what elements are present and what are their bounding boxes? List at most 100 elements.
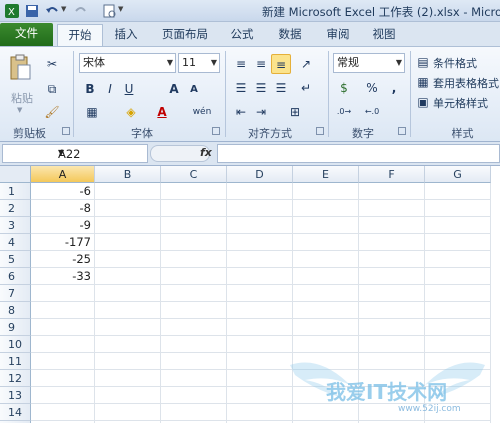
align-bottom-icon[interactable]: ≡	[271, 54, 291, 74]
row-header-5[interactable]: 5	[0, 251, 31, 268]
cell-D11[interactable]	[227, 353, 293, 370]
cell-C2[interactable]	[161, 200, 227, 217]
cell-G3[interactable]	[425, 217, 491, 234]
cell-A5[interactable]: -25	[31, 251, 95, 268]
cell-F3[interactable]	[359, 217, 425, 234]
cell-A11[interactable]	[31, 353, 95, 370]
cell-A1[interactable]: -6	[31, 183, 95, 200]
conditional-format-button[interactable]: 条件格式	[433, 55, 477, 71]
cell-B6[interactable]	[95, 268, 161, 285]
cell-G7[interactable]	[425, 285, 491, 302]
tab-formulas[interactable]: 公式	[222, 24, 262, 46]
alignment-launcher-icon[interactable]	[316, 127, 324, 135]
cell-styles-icon[interactable]: ▣	[413, 92, 433, 112]
cell-B2[interactable]	[95, 200, 161, 217]
cell-C8[interactable]	[161, 302, 227, 319]
cell-A10[interactable]	[31, 336, 95, 353]
cell-F9[interactable]	[359, 319, 425, 336]
cell-B8[interactable]	[95, 302, 161, 319]
table-format-icon[interactable]: ▦	[413, 72, 433, 92]
cell-A9[interactable]	[31, 319, 95, 336]
cell-G8[interactable]	[425, 302, 491, 319]
cell-D6[interactable]	[227, 268, 293, 285]
cell-D9[interactable]	[227, 319, 293, 336]
row-header-1[interactable]: 1	[0, 183, 31, 200]
cell-B7[interactable]	[95, 285, 161, 302]
align-left-icon[interactable]: ☰	[231, 78, 251, 98]
cell-F10[interactable]	[359, 336, 425, 353]
cell-A13[interactable]	[31, 387, 95, 404]
paste-label[interactable]: 粘贴	[11, 90, 33, 106]
percent-button[interactable]: %	[362, 78, 382, 98]
row-header-14[interactable]: 14	[0, 404, 31, 421]
increase-decimal-icon[interactable]: .0→	[334, 102, 354, 122]
cell-E5[interactable]	[293, 251, 359, 268]
cell-A14[interactable]	[31, 404, 95, 421]
column-header-G[interactable]: G	[425, 166, 491, 183]
tab-file[interactable]: 文件	[0, 23, 53, 46]
column-header-D[interactable]: D	[227, 166, 293, 183]
cell-D8[interactable]	[227, 302, 293, 319]
cell-E4[interactable]	[293, 234, 359, 251]
cell-A7[interactable]	[31, 285, 95, 302]
cell-B12[interactable]	[95, 370, 161, 387]
accounting-format-icon[interactable]: $	[334, 78, 354, 98]
cell-D3[interactable]	[227, 217, 293, 234]
name-box[interactable]: A22 ▼	[2, 144, 148, 163]
cell-C5[interactable]	[161, 251, 227, 268]
column-header-A[interactable]: A	[31, 166, 95, 183]
row-header-2[interactable]: 2	[0, 200, 31, 217]
paste-icon[interactable]	[8, 53, 32, 83]
increase-indent-icon[interactable]: ⇥	[251, 102, 271, 122]
number-launcher-icon[interactable]	[398, 127, 406, 135]
cell-E2[interactable]	[293, 200, 359, 217]
tab-home[interactable]: 开始	[57, 24, 103, 46]
cell-E14[interactable]	[293, 404, 359, 421]
cell-E3[interactable]	[293, 217, 359, 234]
row-header-6[interactable]: 6	[0, 268, 31, 285]
row-header-10[interactable]: 10	[0, 336, 31, 353]
paste-dropdown-icon[interactable]: ▼	[17, 106, 22, 114]
merge-center-icon[interactable]: ⊞	[285, 102, 305, 122]
redo-icon[interactable]	[73, 3, 89, 19]
bold-button[interactable]: B	[80, 79, 100, 99]
shrink-font-button[interactable]: A	[184, 80, 204, 100]
cell-A4[interactable]: -177	[31, 234, 95, 251]
format-as-table-button[interactable]: 套用表格格式	[433, 75, 499, 91]
cell-E1[interactable]	[293, 183, 359, 200]
tab-data[interactable]: 数据	[270, 24, 310, 46]
orientation-icon[interactable]: ↗	[296, 54, 316, 74]
cell-E11[interactable]	[293, 353, 359, 370]
underline-button[interactable]: U	[119, 79, 139, 99]
tab-page-layout[interactable]: 页面布局	[155, 24, 215, 46]
cell-A3[interactable]: -9	[31, 217, 95, 234]
cell-C10[interactable]	[161, 336, 227, 353]
cell-G4[interactable]	[425, 234, 491, 251]
cell-D7[interactable]	[227, 285, 293, 302]
copy-icon[interactable]: ⧉	[42, 79, 62, 99]
format-painter-icon[interactable]: 🖌	[42, 102, 62, 122]
undo-dropdown-icon[interactable]: ▼	[61, 5, 66, 13]
cell-D5[interactable]	[227, 251, 293, 268]
formula-input[interactable]	[217, 144, 500, 163]
align-middle-icon[interactable]: ≡	[251, 54, 271, 74]
cell-B9[interactable]	[95, 319, 161, 336]
cell-C13[interactable]	[161, 387, 227, 404]
row-header-11[interactable]: 11	[0, 353, 31, 370]
phonetic-icon[interactable]: wén	[192, 102, 212, 122]
cell-F7[interactable]	[359, 285, 425, 302]
cell-E10[interactable]	[293, 336, 359, 353]
cell-C1[interactable]	[161, 183, 227, 200]
column-header-B[interactable]: B	[95, 166, 161, 183]
cut-icon[interactable]: ✂	[42, 54, 62, 74]
font-color-icon[interactable]: A	[152, 102, 172, 122]
row-header-7[interactable]: 7	[0, 285, 31, 302]
cell-C9[interactable]	[161, 319, 227, 336]
cell-G6[interactable]	[425, 268, 491, 285]
font-name-select[interactable]: 宋体 ▼	[79, 53, 176, 73]
column-header-E[interactable]: E	[293, 166, 359, 183]
tab-view[interactable]: 视图	[364, 24, 404, 46]
cell-D14[interactable]	[227, 404, 293, 421]
save-icon[interactable]	[24, 3, 40, 19]
wrap-text-icon[interactable]: ↵	[296, 78, 316, 98]
